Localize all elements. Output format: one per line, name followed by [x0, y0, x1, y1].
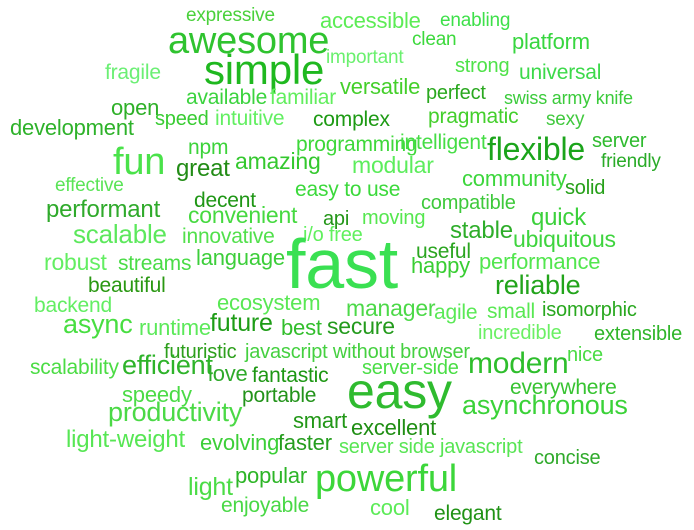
- cloud-word: swiss army knife: [504, 88, 633, 108]
- cloud-word: fast: [286, 225, 399, 303]
- cloud-word: small: [487, 300, 536, 323]
- cloud-word: great: [176, 155, 230, 182]
- cloud-word: light-weight: [66, 426, 185, 453]
- cloud-word: versatile: [340, 74, 421, 99]
- cloud-word: streams: [118, 252, 192, 275]
- cloud-word: reliable: [495, 270, 581, 300]
- cloud-word: fragile: [105, 61, 161, 84]
- cloud-word: compatible: [421, 192, 516, 214]
- cloud-word: productivity: [108, 397, 243, 427]
- cloud-word: convenient: [188, 202, 298, 228]
- cloud-word: language: [196, 245, 285, 270]
- cloud-word: happy: [411, 253, 470, 278]
- cloud-word: async: [63, 309, 133, 339]
- cloud-word: efficient: [122, 350, 213, 380]
- cloud-word: secure: [327, 313, 395, 339]
- cloud-word: speed: [155, 108, 209, 130]
- cloud-word: server: [592, 130, 647, 152]
- cloud-word: complex: [313, 108, 390, 131]
- cloud-word: friendly: [601, 151, 661, 172]
- cloud-word: familiar: [270, 86, 337, 109]
- cloud-word: modular: [352, 152, 434, 178]
- cloud-word: server side javascript: [339, 436, 523, 458]
- cloud-word: clean: [412, 29, 457, 50]
- cloud-word: powerful: [315, 458, 458, 500]
- cloud-word: elegant: [434, 502, 502, 525]
- cloud-word: best: [281, 315, 322, 340]
- cloud-word: community: [462, 166, 567, 191]
- cloud-word: scalability: [30, 356, 119, 379]
- cloud-word: beautiful: [88, 274, 166, 297]
- cloud-word: scalable: [73, 219, 167, 249]
- cloud-word: agile: [434, 301, 478, 324]
- cloud-word: enjoyable: [221, 494, 310, 517]
- word-cloud-canvas: expressive accessible enabling awesome impor…: [0, 0, 694, 530]
- cloud-word: ubiquitous: [513, 226, 616, 252]
- cloud-word: faster: [278, 430, 332, 455]
- cloud-word: extensible: [594, 323, 683, 345]
- cloud-word: evolving: [200, 430, 280, 455]
- cloud-word: incredible: [478, 322, 562, 344]
- cloud-word: important: [326, 47, 404, 68]
- cloud-word: pragmatic: [428, 105, 519, 128]
- cloud-word: flexible: [487, 131, 586, 167]
- cloud-word: sexy: [546, 109, 585, 130]
- cloud-word: enabling: [440, 10, 511, 31]
- cloud-word: love: [208, 361, 248, 386]
- cloud-word: nice: [567, 344, 603, 366]
- cloud-word: universal: [519, 61, 602, 84]
- cloud-word: smart: [293, 408, 348, 433]
- cloud-word: robust: [44, 249, 107, 275]
- cloud-word: runtime: [139, 315, 211, 340]
- cloud-word: simple: [204, 46, 325, 93]
- cloud-word: development: [10, 115, 134, 140]
- cloud-word: easy to use: [295, 178, 401, 201]
- cloud-word: isomorphic: [542, 299, 637, 321]
- cloud-word: cool: [370, 495, 410, 520]
- cloud-word: asynchronous: [462, 390, 628, 420]
- cloud-word: concise: [534, 447, 601, 469]
- cloud-word: platform: [512, 29, 590, 54]
- cloud-word: effective: [55, 175, 124, 196]
- cloud-word: portable: [242, 384, 317, 407]
- cloud-word: strong: [455, 55, 510, 77]
- cloud-word: perfect: [426, 82, 486, 104]
- cloud-word: available: [186, 86, 268, 109]
- cloud-word: solid: [565, 177, 606, 199]
- cloud-word: modern: [468, 347, 569, 380]
- cloud-word: accessible: [320, 8, 421, 33]
- cloud-word: innovative: [182, 225, 275, 248]
- cloud-word: easy: [347, 363, 452, 419]
- cloud-word: intuitive: [215, 107, 285, 130]
- cloud-word: future: [210, 309, 273, 337]
- cloud-word: fantastic: [252, 364, 329, 387]
- cloud-word: popular: [235, 463, 307, 488]
- cloud-word: amazing: [235, 148, 321, 174]
- cloud-word: intelligent: [400, 131, 487, 154]
